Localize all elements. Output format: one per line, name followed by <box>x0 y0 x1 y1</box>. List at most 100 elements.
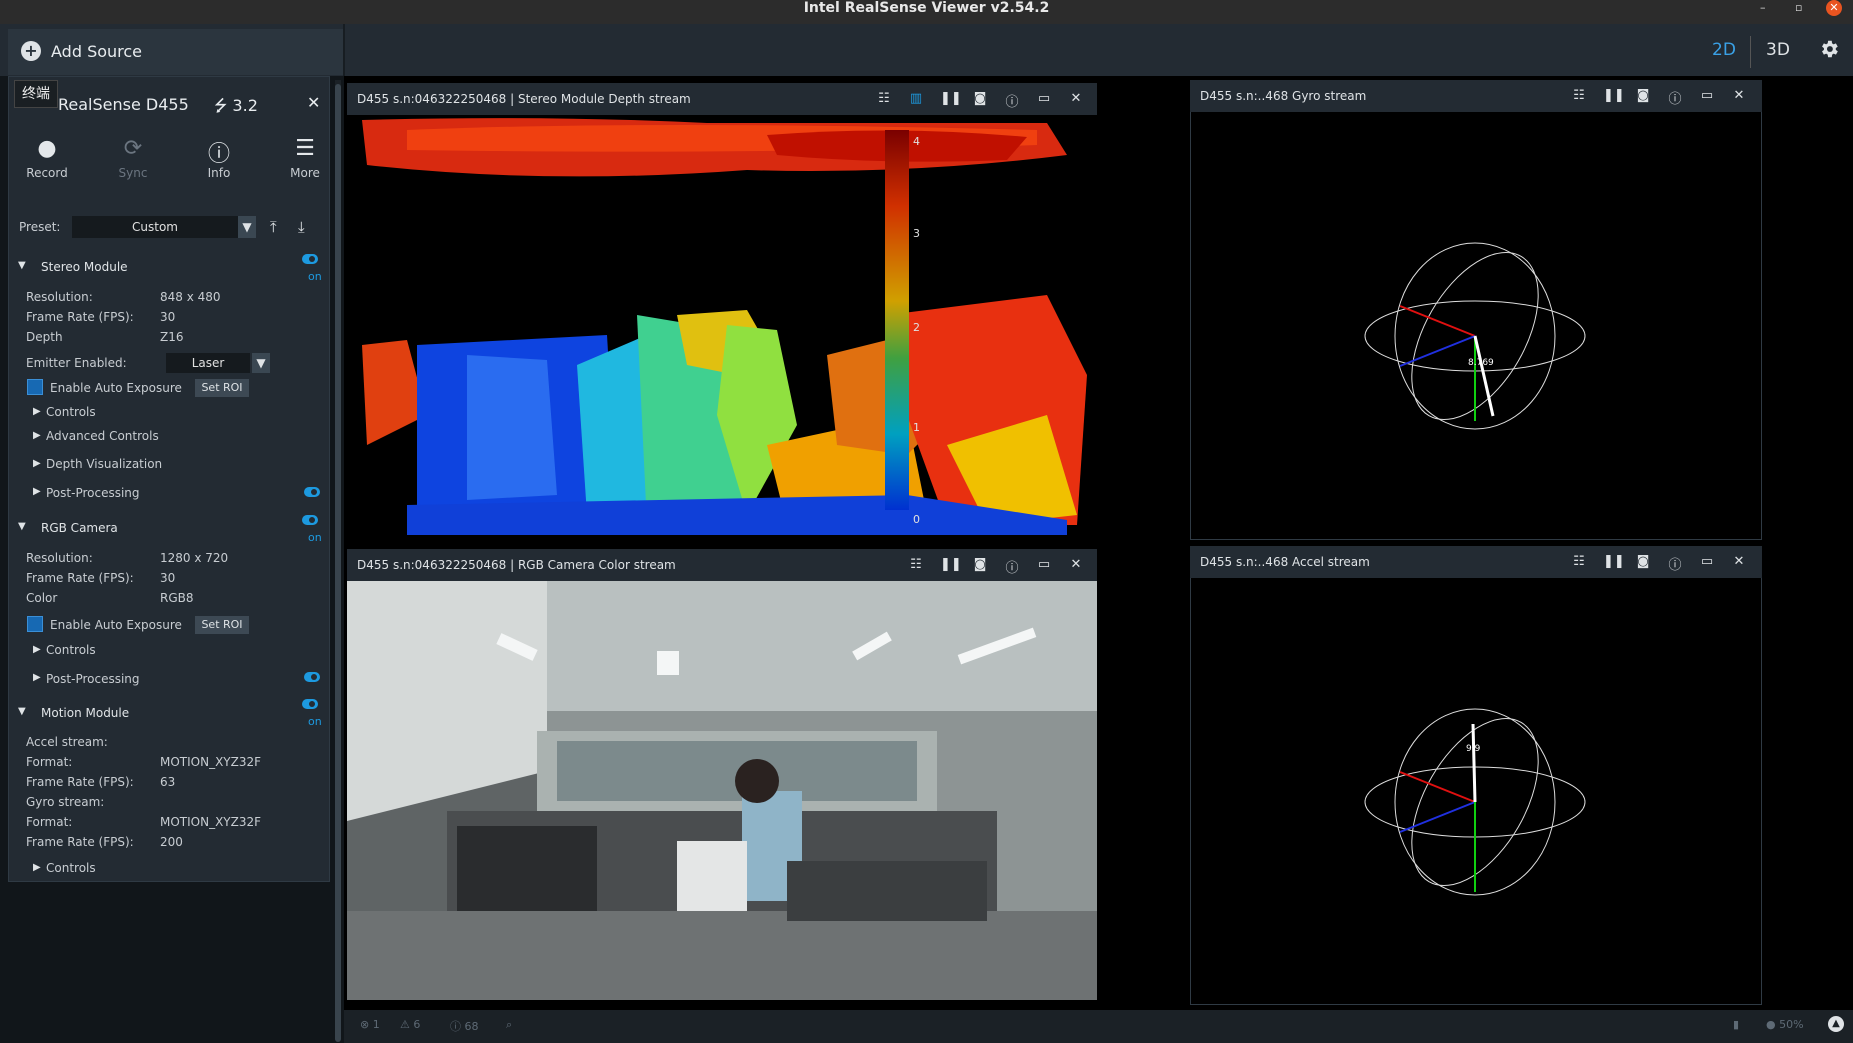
device-close-button[interactable]: ✕ <box>307 93 320 112</box>
rgb-collapse-icon[interactable]: ▼ <box>18 521 26 532</box>
expand-icon[interactable]: ▶ <box>33 458 41 469</box>
rgb-post-processing[interactable]: Post-Processing <box>46 672 140 686</box>
expand-icon[interactable]: ▶ <box>33 430 41 441</box>
stereo-toggle[interactable] <box>302 254 318 264</box>
close-icon[interactable]: ✕ <box>1731 554 1747 569</box>
accel-stream-title: D455 s.n:..468 Accel stream <box>1200 555 1370 569</box>
warning-count[interactable]: ⚠ 6 <box>400 1018 420 1031</box>
stereo-module-title[interactable]: Stereo Module <box>41 260 128 274</box>
pause-icon[interactable]: ❚❚ <box>940 557 962 572</box>
window-title: Intel RealSense Viewer v2.54.2 <box>803 0 1050 16</box>
info-count[interactable]: ⓘ 68 <box>450 1018 479 1034</box>
depth-stream-title: D455 s.n:046322250468 | Stereo Module De… <box>357 92 691 106</box>
list-icon[interactable]: ☷ <box>1571 88 1587 103</box>
pause-icon[interactable]: ❚❚ <box>1603 554 1625 569</box>
stereo-collapse-icon[interactable]: ▼ <box>18 260 26 271</box>
motion-toggle[interactable] <box>302 699 318 709</box>
rgb-stream-view[interactable] <box>347 581 1097 1000</box>
list-icon[interactable]: ☷ <box>1571 554 1587 569</box>
camera-icon[interactable]: ◙ <box>972 91 988 106</box>
rgb-set-roi-button[interactable]: Set ROI <box>195 616 249 634</box>
list-icon[interactable]: ☷ <box>908 557 924 572</box>
depth-stream-view[interactable]: 4 3 2 1 0 <box>347 115 1097 535</box>
more-button[interactable]: ☰ More <box>277 136 333 180</box>
rgb-auto-exposure-label: Enable Auto Exposure <box>50 618 182 632</box>
rgb-controls[interactable]: Controls <box>46 643 96 657</box>
search-icon[interactable]: ⌕ <box>506 1018 512 1032</box>
pause-icon[interactable]: ❚❚ <box>1603 88 1625 103</box>
panel-scrollbar-thumb[interactable] <box>335 84 341 1042</box>
close-icon[interactable]: ✕ <box>1068 91 1084 106</box>
error-count-value: 1 <box>372 1018 380 1031</box>
emitter-label: Emitter Enabled: <box>26 356 127 370</box>
preset-select[interactable]: Custom <box>72 216 238 238</box>
maximize-icon[interactable]: ▭ <box>1036 557 1052 572</box>
sync-label: Sync <box>118 166 148 180</box>
camera-icon[interactable]: ◙ <box>972 557 988 572</box>
stereo-set-roi-button[interactable]: Set ROI <box>195 379 249 397</box>
accel-sphere-view[interactable]: 9.9 <box>1360 702 1590 902</box>
metrics-icon[interactable]: ▥ <box>908 91 924 106</box>
expand-icon[interactable]: ▶ <box>33 644 41 655</box>
scroll-up-icon[interactable]: ▲ <box>1828 1016 1844 1032</box>
settings-gear-icon[interactable] <box>1818 38 1840 60</box>
add-source-button[interactable]: + Add Source <box>8 29 344 75</box>
usb-version-value: 3.2 <box>232 96 258 115</box>
list-icon[interactable]: ☷ <box>876 91 892 106</box>
gyro-value: 8.769 <box>1468 358 1494 368</box>
gyro-stream-title: D455 s.n:..468 Gyro stream <box>1200 89 1367 103</box>
maximize-icon[interactable]: ▭ <box>1699 554 1715 569</box>
rgb-camera-title[interactable]: RGB Camera <box>41 521 118 535</box>
info-icon: ⓘ <box>450 1020 461 1033</box>
stereo-post-processing[interactable]: Post-Processing <box>46 486 140 500</box>
info-button[interactable]: ⓘ Info <box>191 136 247 180</box>
stereo-advanced-controls[interactable]: Advanced Controls <box>46 429 159 443</box>
stereo-post-processing-toggle[interactable] <box>304 487 320 497</box>
record-button[interactable]: ● Record <box>19 136 75 180</box>
download-icon[interactable]: ⤓ <box>298 218 305 236</box>
motion-controls[interactable]: Controls <box>46 861 96 875</box>
motion-row-label: Gyro stream: <box>26 795 105 809</box>
rgb-post-processing-toggle[interactable] <box>304 672 320 682</box>
info-icon[interactable]: ⓘ <box>1667 88 1683 107</box>
upload-icon[interactable]: ⤒ <box>270 218 277 236</box>
minimize-button[interactable]: – <box>1760 1 1766 15</box>
sync-button[interactable]: ⟳ Sync <box>105 136 161 180</box>
motion-collapse-icon[interactable]: ▼ <box>18 706 26 717</box>
maximize-icon[interactable]: ▭ <box>1699 88 1715 103</box>
info-icon[interactable]: ⓘ <box>1004 91 1020 110</box>
close-icon[interactable]: ✕ <box>1068 557 1084 572</box>
expand-icon[interactable]: ▶ <box>33 862 41 873</box>
terminal-tooltip: 终端 <box>14 80 58 108</box>
camera-icon[interactable]: ◙ <box>1635 554 1651 569</box>
status-bar <box>344 1010 1853 1043</box>
usb-icon: ⭍ <box>214 96 228 115</box>
info-icon[interactable]: ⓘ <box>1667 554 1683 573</box>
rgb-auto-exposure-checkbox[interactable] <box>27 616 43 632</box>
view-3d-button[interactable]: 3D <box>1766 40 1790 60</box>
expand-icon[interactable]: ▶ <box>33 486 41 497</box>
window-titlebar: Intel RealSense Viewer v2.54.2 <box>0 0 1853 24</box>
emitter-select[interactable]: Laser <box>166 353 250 373</box>
view-2d-button[interactable]: 2D <box>1712 40 1736 60</box>
info-icon[interactable]: ⓘ <box>1004 557 1020 576</box>
maximize-icon[interactable]: ▭ <box>1036 91 1052 106</box>
emitter-dropdown-icon[interactable]: ▼ <box>252 353 270 373</box>
rgb-stream-title: D455 s.n:046322250468 | RGB Camera Color… <box>357 558 676 572</box>
expand-icon[interactable]: ▶ <box>33 406 41 417</box>
window-close-button[interactable]: ✕ <box>1826 0 1842 16</box>
close-icon[interactable]: ✕ <box>1731 88 1747 103</box>
error-count[interactable]: ⊗ 1 <box>360 1018 380 1031</box>
pause-icon[interactable]: ❚❚ <box>940 91 962 106</box>
maximize-button[interactable]: ▫ <box>1795 1 1802 15</box>
rgb-toggle[interactable] <box>302 515 318 525</box>
camera-icon[interactable]: ◙ <box>1635 88 1651 103</box>
stereo-controls[interactable]: Controls <box>46 405 96 419</box>
stereo-auto-exposure-checkbox[interactable] <box>27 379 43 395</box>
preset-dropdown-icon[interactable]: ▼ <box>238 216 256 238</box>
stereo-depth-visualization[interactable]: Depth Visualization <box>46 457 162 471</box>
expand-icon[interactable]: ▶ <box>33 672 41 683</box>
gyro-sphere-view[interactable]: 8.769 <box>1360 236 1590 436</box>
motion-module-title[interactable]: Motion Module <box>41 706 129 720</box>
sync-icon: ⟳ <box>123 136 143 161</box>
